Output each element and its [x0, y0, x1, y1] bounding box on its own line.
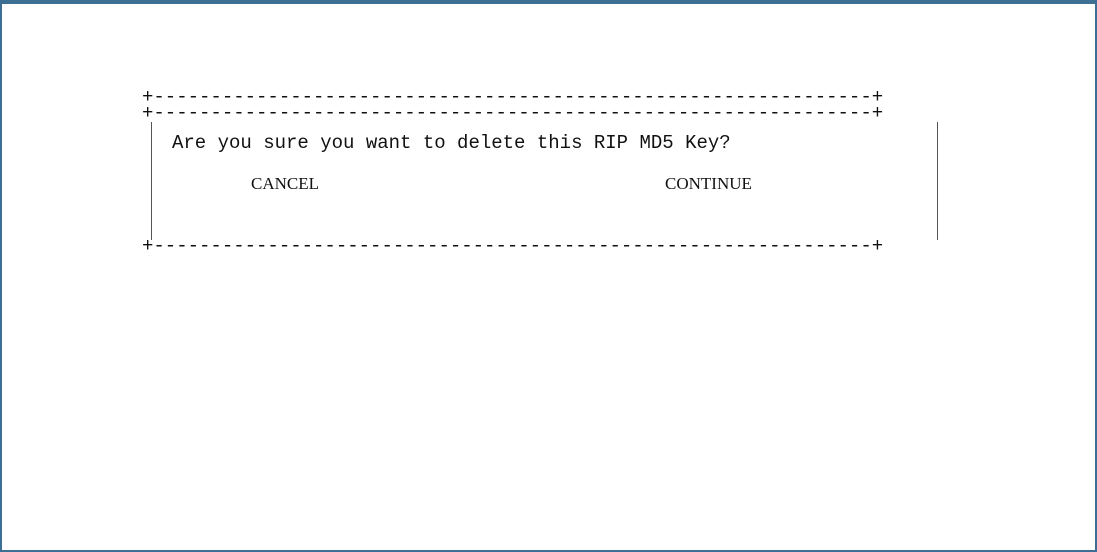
dialog-border-inner: +---------------------------------------…: [142, 102, 884, 124]
dialog-message: Are you sure you want to delete this RIP…: [172, 132, 731, 154]
dialog-right-edge: [937, 122, 938, 240]
dialog-border-bottom: +---------------------------------------…: [142, 235, 884, 257]
dialog-left-edge: [151, 122, 152, 240]
cancel-button[interactable]: CANCEL: [251, 173, 319, 195]
terminal-screen: +---------------------------------------…: [0, 0, 1097, 552]
continue-button[interactable]: CONTINUE: [665, 173, 752, 195]
